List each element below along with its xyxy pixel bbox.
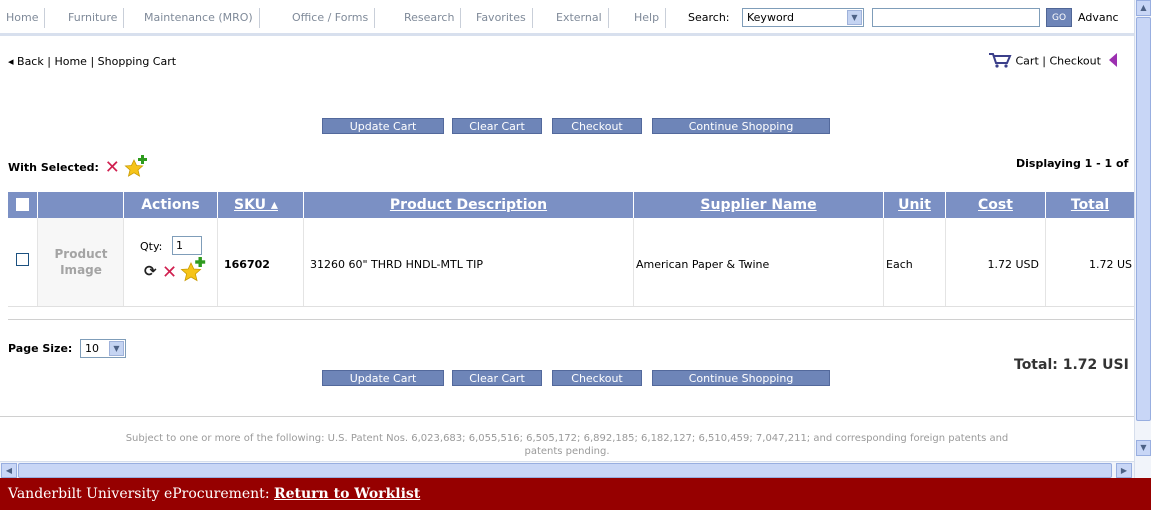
qty-label: Qty: — [140, 240, 163, 253]
unit-value: Each — [886, 258, 913, 271]
row-total-cell: 1.72 US — [1046, 218, 1134, 306]
patent-notice: Subject to one or more of the following:… — [125, 433, 1009, 457]
cost-value: 1.72 USD — [987, 258, 1040, 271]
header-cost-sort[interactable]: Cost — [946, 192, 1046, 218]
horizontal-scrollbar[interactable]: ◀ ▶ — [0, 461, 1134, 478]
qty-input[interactable]: 1 — [172, 236, 202, 255]
nav-favorites[interactable]: Favorites — [470, 8, 533, 28]
header-sku-sort[interactable]: SKU ▴ — [218, 192, 304, 218]
home-link[interactable]: Home — [54, 55, 86, 68]
row-sku-cell: 166702 — [218, 218, 304, 306]
with-selected-label: With Selected: — [8, 161, 99, 174]
cart-table-header: Actions SKU ▴ Product Description Suppli… — [8, 192, 1134, 218]
nav-maintenance[interactable]: Maintenance (MRO) — [138, 8, 260, 28]
header-total-sort[interactable]: Total — [1046, 192, 1134, 218]
search-type-value: Keyword — [747, 11, 794, 24]
search-type-select[interactable]: Keyword ▼ — [742, 8, 864, 27]
page-size-value: 10 — [85, 342, 99, 355]
checkout-button-bottom[interactable]: Checkout — [552, 370, 642, 386]
row-cost-cell: 1.72 USD — [946, 218, 1046, 306]
cart-icon[interactable] — [988, 52, 1012, 71]
clear-cart-button[interactable]: Clear Cart — [452, 118, 542, 134]
scroll-right-arrow-icon[interactable]: ▶ — [1116, 463, 1132, 478]
product-image-placeholder: Product Image — [38, 218, 124, 306]
update-cart-button-bottom[interactable]: Update Cart — [322, 370, 444, 386]
header-actions: Actions — [124, 192, 218, 218]
header-description-sort[interactable]: Product Description — [304, 192, 634, 218]
cart-total: Total: 1.72 USI — [1014, 357, 1129, 373]
delete-selected-icon[interactable]: ✕ — [105, 157, 120, 178]
continue-shopping-button[interactable]: Continue Shopping — [652, 118, 830, 134]
page-size-label: Page Size: — [8, 342, 73, 355]
row-actions-cell: Qty: 1 ⟳ ✕ — [124, 218, 218, 306]
checkout-icon[interactable] — [1108, 53, 1118, 70]
row-unit-cell: Each — [884, 218, 946, 306]
search-input[interactable] — [872, 8, 1040, 27]
page-size-select[interactable]: 10 ▼ — [80, 339, 126, 358]
add-to-favorites-icon[interactable] — [124, 154, 150, 181]
vertical-scrollbar[interactable]: ▲ ▼ — [1134, 0, 1151, 478]
description-value: 31260 60" THRD HNDL-MTL TIP — [310, 258, 483, 271]
back-link[interactable]: ◂ Back — [8, 55, 44, 68]
footer-divider — [0, 416, 1134, 417]
horizontal-scroll-thumb[interactable] — [18, 463, 1112, 478]
cart-link[interactable]: Cart — [1016, 55, 1039, 68]
nav-furniture[interactable]: Furniture — [62, 8, 125, 28]
checkout-link[interactable]: Checkout — [1049, 55, 1100, 68]
favorite-item-icon[interactable] — [180, 256, 208, 285]
refresh-icon[interactable]: ⟳ — [144, 262, 157, 280]
breadcrumb: ◂ Back | Home | Shopping Cart — [8, 55, 177, 68]
vertical-scroll-thumb[interactable] — [1136, 17, 1151, 421]
header-select-cell — [8, 192, 38, 218]
nav-help[interactable]: Help — [628, 8, 667, 28]
with-selected-bar: With Selected: ✕ — [8, 154, 150, 181]
return-to-worklist-link[interactable]: Return to Worklist — [274, 486, 420, 502]
nav-external[interactable]: External — [550, 8, 609, 28]
search-go-button[interactable]: GO — [1046, 8, 1072, 27]
top-navigation: Home Furniture Maintenance (MRO) Office … — [0, 0, 1134, 36]
update-cart-button[interactable]: Update Cart — [322, 118, 444, 134]
nav-research[interactable]: Research — [398, 8, 462, 28]
table-footer-divider — [8, 306, 1134, 320]
nav-home[interactable]: Home — [0, 8, 46, 28]
select-all-checkbox[interactable] — [16, 198, 29, 211]
table-row: Product Image Qty: 1 ⟳ ✕ 166702 31260 60… — [8, 218, 1134, 306]
row-description-cell: 31260 60" THRD HNDL-MTL TIP — [304, 218, 634, 306]
row-checkbox[interactable] — [16, 253, 29, 266]
scroll-up-arrow-icon[interactable]: ▲ — [1136, 0, 1151, 16]
continue-shopping-button-bottom[interactable]: Continue Shopping — [652, 370, 830, 386]
total-value: 1.72 US — [1088, 258, 1132, 271]
checkout-button[interactable]: Checkout — [552, 118, 642, 134]
eprocurement-footer-bar: Vanderbilt University eProcurement: Retu… — [0, 478, 1151, 510]
clear-cart-button-bottom[interactable]: Clear Cart — [452, 370, 542, 386]
nav-divider — [0, 33, 1134, 36]
scroll-down-arrow-icon[interactable]: ▼ — [1136, 440, 1151, 456]
row-supplier-cell: American Paper & Twine — [634, 218, 884, 306]
sku-value: 166702 — [224, 258, 270, 271]
header-supplier-sort[interactable]: Supplier Name — [634, 192, 884, 218]
header-image — [38, 192, 124, 218]
search-label: Search: — [688, 11, 730, 24]
scroll-left-arrow-icon[interactable]: ◀ — [1, 463, 17, 478]
delete-item-icon[interactable]: ✕ — [162, 264, 177, 282]
row-select-cell — [8, 218, 38, 306]
supplier-value: American Paper & Twine — [636, 258, 770, 271]
breadcrumb-current: Shopping Cart — [97, 55, 177, 68]
cart-links: Cart | Checkout — [988, 52, 1118, 71]
displaying-count: Displaying 1 - 1 of — [1016, 157, 1129, 170]
advanced-search-link[interactable]: Advanc — [1078, 8, 1119, 28]
org-label: Vanderbilt University eProcurement: — [8, 486, 270, 502]
chevron-down-icon[interactable]: ▼ — [847, 10, 862, 25]
nav-office-forms[interactable]: Office / Forms — [286, 8, 376, 28]
header-unit-sort[interactable]: Unit — [884, 192, 946, 218]
chevron-down-icon[interactable]: ▼ — [109, 341, 124, 356]
